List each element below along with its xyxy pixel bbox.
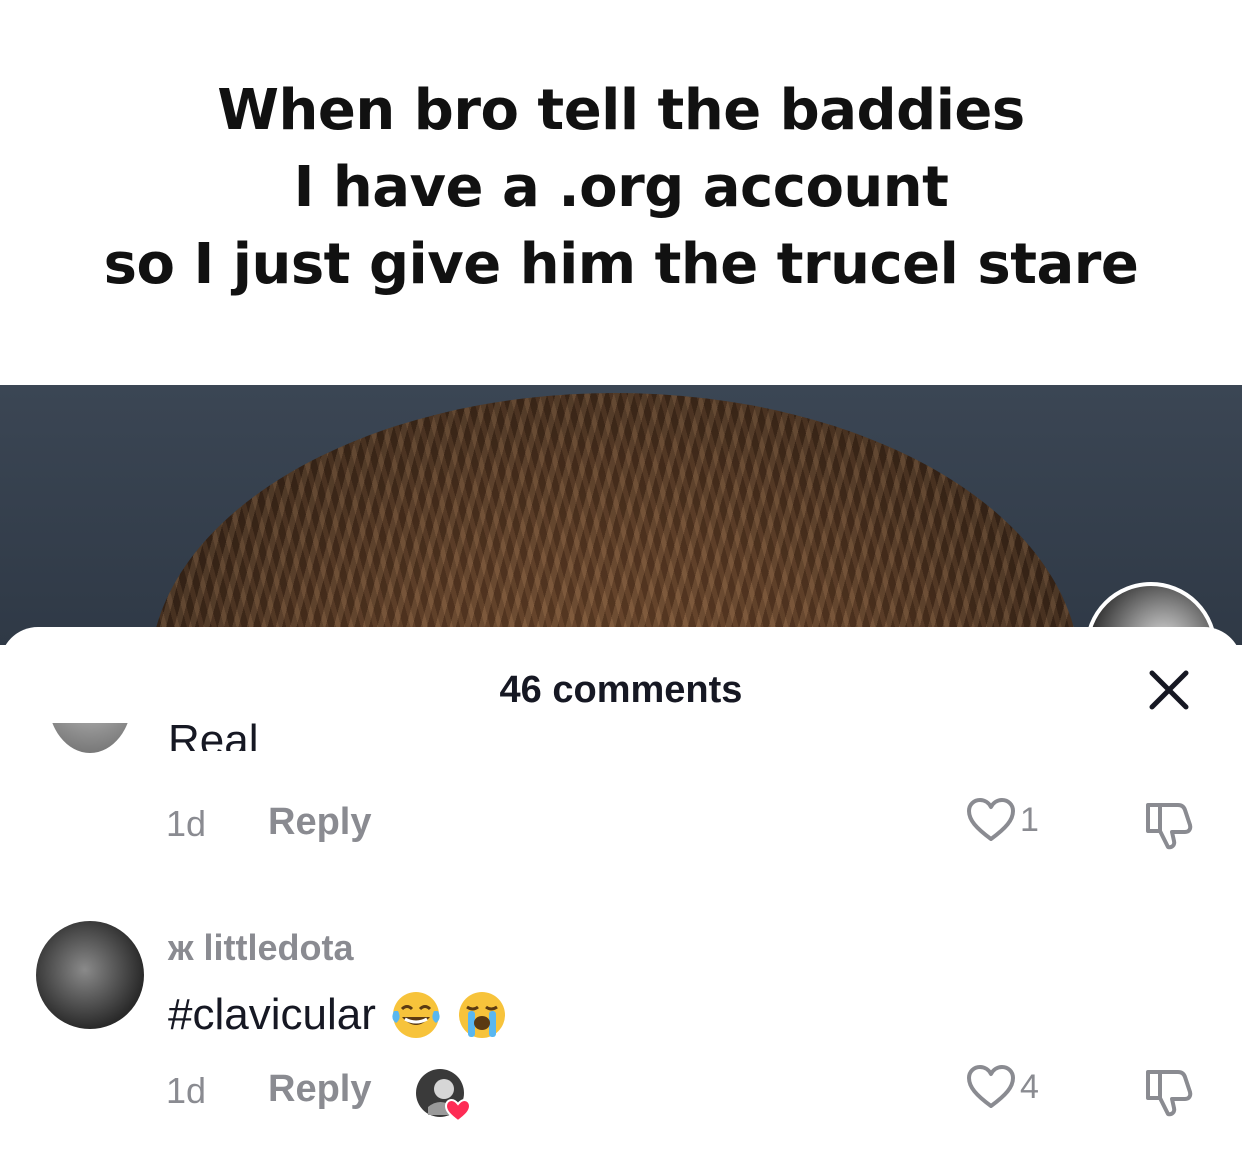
comments-count-title: 46 comments <box>499 669 743 711</box>
dislike-icon[interactable] <box>1140 1062 1196 1118</box>
caption-line-3: so I just give him the trucel stare <box>103 232 1139 297</box>
caption-line-2: I have a .org account <box>293 155 949 220</box>
caption-text: When bro tell the baddies I have a .org … <box>0 72 1242 303</box>
like-button[interactable]: 1 <box>966 797 1039 843</box>
like-count: 4 <box>1020 1067 1039 1106</box>
comment-text: #clavicular <box>168 989 508 1041</box>
comment-age: 1d <box>166 1070 207 1111</box>
reply-button[interactable]: Reply <box>268 1068 371 1111</box>
creator-liked-badge-icon <box>416 1069 472 1123</box>
username-prefix-glyph: ж <box>168 927 194 968</box>
heart-icon <box>967 1065 1015 1108</box>
comment-text: Real <box>168 716 259 752</box>
comment-avatar[interactable] <box>48 723 132 753</box>
caption-line-1: When bro tell the baddies <box>217 78 1025 143</box>
heart-icon <box>967 798 1015 841</box>
comment-avatar[interactable] <box>36 921 144 1029</box>
username-text: littledota <box>203 927 354 968</box>
video-caption: When bro tell the baddies I have a .org … <box>0 0 1242 385</box>
comment-age: 1d <box>166 803 207 844</box>
close-icon[interactable] <box>1146 667 1192 713</box>
loudly-crying-face-icon <box>458 992 505 1038</box>
comment-hashtag[interactable]: #clavicular <box>168 990 376 1040</box>
like-button[interactable]: 4 <box>966 1064 1039 1110</box>
comment-username[interactable]: ж littledota <box>168 927 354 969</box>
like-count: 1 <box>1020 800 1039 839</box>
comments-sheet: 46 comments Real 1d Reply 1 ж littledota… <box>0 627 1242 1175</box>
video-frame[interactable] <box>0 385 1242 645</box>
face-with-tears-of-joy-icon <box>392 992 440 1038</box>
dislike-icon[interactable] <box>1140 795 1196 851</box>
reply-button[interactable]: Reply <box>268 801 371 844</box>
video-subject-hair <box>150 393 1080 645</box>
